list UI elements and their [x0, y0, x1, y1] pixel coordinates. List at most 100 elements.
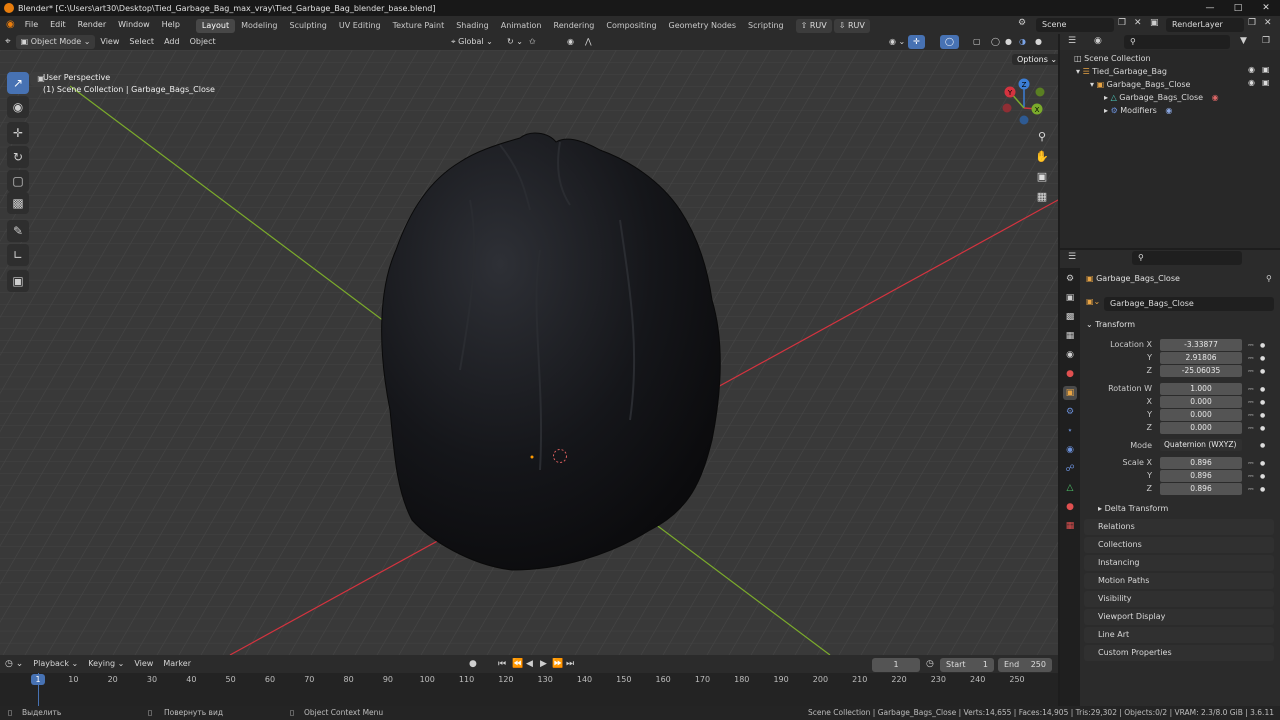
keyframe-dot-icon[interactable]: ● [1260, 342, 1265, 349]
delete-scene-icon[interactable]: ✕ [1134, 18, 1142, 28]
jump-start-icon[interactable]: ⏮ [498, 659, 506, 669]
tab-layout[interactable]: Layout [195, 19, 236, 33]
stopwatch-icon[interactable]: ◷ [926, 659, 934, 669]
lock-icon[interactable]: ⎓ [1248, 385, 1254, 394]
start-frame-field[interactable]: Start 1 [940, 658, 994, 672]
lock-icon[interactable]: ⎓ [1248, 367, 1254, 376]
proportional-icon[interactable]: ◉ [562, 35, 579, 49]
display-mode-icon[interactable]: ◉ [1094, 36, 1102, 46]
cursor-tool-icon[interactable]: ◉ [7, 96, 29, 118]
new-collection-icon[interactable]: ❐ [1262, 36, 1270, 46]
tab-modeling[interactable]: Modeling [235, 19, 283, 33]
tab-texture-paint[interactable]: Texture Paint [387, 19, 451, 33]
jump-end-icon[interactable]: ⏭ [566, 659, 574, 669]
lock-icon[interactable]: ⎓ [1248, 472, 1254, 481]
keyframe-dot-icon[interactable]: ● [1260, 386, 1265, 393]
zoom-icon[interactable]: ⚲ [1033, 128, 1051, 146]
delete-layer-icon[interactable]: ✕ [1264, 18, 1272, 28]
rotation-x-field[interactable]: 0.000 [1160, 396, 1242, 408]
location-z-field[interactable]: -25.06035 [1160, 365, 1242, 377]
material-tab-icon[interactable]: ● [1063, 500, 1077, 514]
scale-x-field[interactable]: 0.896 [1160, 457, 1242, 469]
lock-icon[interactable]: ⎓ [1248, 411, 1254, 420]
record-icon[interactable]: ● [469, 659, 477, 669]
visibility-icon[interactable]: ◉ ⌄ [884, 35, 910, 49]
outliner-item[interactable]: ▸ △ Garbage_Bags_Close ◉ [1104, 91, 1219, 104]
keyframe-dot-icon[interactable]: ● [1260, 412, 1265, 419]
lock-icon[interactable]: ⎓ [1248, 398, 1254, 407]
menu-timeline-view[interactable]: View [129, 657, 158, 671]
snap-icon[interactable]: ✩ [524, 35, 541, 49]
tool-tab-icon[interactable]: ⚙ [1063, 272, 1077, 286]
transform-tool-icon[interactable]: ▩ [7, 192, 29, 214]
menu-add[interactable]: Add [159, 35, 185, 49]
panel-motion-paths[interactable]: Motion Paths [1084, 573, 1274, 589]
render-layer-field[interactable]: RenderLayer [1166, 18, 1244, 32]
shading-material-icon[interactable]: ◑ [1014, 35, 1031, 49]
tab-sculpting[interactable]: Sculpting [284, 19, 333, 33]
select-tool-icon[interactable]: ↗ [7, 72, 29, 94]
tab-uv-editing[interactable]: UV Editing [333, 19, 387, 33]
new-scene-icon[interactable]: ❐ [1118, 18, 1126, 28]
outliner-item[interactable]: ▾ ☰ Tied_Garbage_Bag [1076, 65, 1167, 78]
properties-editor-icon[interactable]: ☰ [1068, 252, 1076, 262]
lock-icon[interactable]: ⎓ [1248, 485, 1254, 494]
frame-ruler[interactable]: 1 10 20 30 40 50 60 70 80 90 100 110 120 130 140 150 160… [0, 673, 1058, 706]
outliner-item[interactable]: ▸ ⚙ Modifiers ◉ [1104, 104, 1172, 117]
menu-keying[interactable]: Keying ⌄ [83, 657, 129, 671]
panel-relations[interactable]: Relations [1084, 519, 1274, 535]
new-layer-icon[interactable]: ❐ [1248, 18, 1256, 28]
filter-icon[interactable]: ▼ [1240, 36, 1247, 46]
location-y-field[interactable]: 2.91806 [1160, 352, 1242, 364]
keyframe-dot-icon[interactable]: ● [1260, 355, 1265, 362]
scene-icon[interactable]: ⚙ [1018, 18, 1026, 28]
render-layer-icon[interactable]: ▣ [1150, 18, 1159, 28]
menu-marker[interactable]: Marker [158, 657, 196, 671]
keyframe-dot-icon[interactable]: ● [1260, 442, 1265, 449]
render-camera-icon[interactable]: ▣ [1262, 65, 1270, 74]
falloff-icon[interactable]: ⋀ [580, 35, 597, 49]
menu-playback[interactable]: Playback ⌄ [28, 657, 83, 671]
maximize-icon[interactable]: □ [1224, 0, 1252, 16]
scale-z-field[interactable]: 0.896 [1160, 483, 1242, 495]
pin-icon[interactable]: ⚲ [1266, 274, 1272, 283]
scale-tool-icon[interactable]: ▢ [7, 170, 29, 192]
rotation-mode-dropdown[interactable]: Quaternion (WXYZ) ⌄ [1160, 439, 1242, 461]
outliner-search-input[interactable]: ⚲ [1124, 35, 1230, 49]
mode-dropdown[interactable]: ▣ Object Mode ⌄ [15, 35, 96, 49]
transform-panel-header[interactable]: ⌄ Transform [1086, 320, 1135, 329]
output-tab-icon[interactable]: ▩ [1063, 310, 1077, 324]
next-keyframe-icon[interactable]: ⏩ [552, 659, 563, 669]
scene-field[interactable]: Scene [1036, 18, 1114, 32]
tab-rendering[interactable]: Rendering [548, 19, 601, 33]
keyframe-dot-icon[interactable]: ● [1260, 368, 1265, 375]
blender-menu-icon[interactable]: ◉ [0, 16, 19, 34]
visibility-eye-icon[interactable]: ◉ [1248, 65, 1255, 74]
object-type-icon[interactable]: ▣⌄ [1086, 297, 1100, 306]
panel-viewport-display[interactable]: Viewport Display [1084, 609, 1274, 625]
lock-icon[interactable]: ⎓ [1248, 354, 1254, 363]
xray-icon[interactable]: ▢ [968, 35, 986, 49]
render-tab-icon[interactable]: ▣ [1063, 291, 1077, 305]
menu-file[interactable]: File [19, 16, 44, 34]
menu-help[interactable]: Help [156, 16, 186, 34]
texture-tab-icon[interactable]: ▦ [1063, 519, 1077, 533]
tab-shading[interactable]: Shading [450, 19, 495, 33]
tab-compositing[interactable]: Compositing [600, 19, 662, 33]
play-reverse-icon[interactable]: ◀ [526, 659, 533, 669]
keyframe-dot-icon[interactable]: ● [1260, 473, 1265, 480]
menu-edit[interactable]: Edit [44, 16, 72, 34]
perspective-grid-icon[interactable]: ▦ [1033, 188, 1051, 206]
add-cube-tool-icon[interactable]: ▣ [7, 270, 29, 292]
play-icon[interactable]: ▶ [540, 659, 547, 669]
measure-tool-icon[interactable]: ∟ [7, 244, 29, 266]
outliner-root[interactable]: ◫ Scene Collection [1074, 52, 1151, 65]
overlay-toggle-icon[interactable]: ◯ [940, 35, 959, 49]
menu-select[interactable]: Select [124, 35, 159, 49]
minimize-icon[interactable]: — [1196, 0, 1224, 16]
tab-animation[interactable]: Animation [495, 19, 548, 33]
lock-icon[interactable]: ⎓ [1248, 424, 1254, 433]
rotate-tool-icon[interactable]: ↻ [7, 146, 29, 168]
keyframe-dot-icon[interactable]: ● [1260, 460, 1265, 467]
visibility-eye-icon[interactable]: ◉ [1248, 78, 1255, 87]
